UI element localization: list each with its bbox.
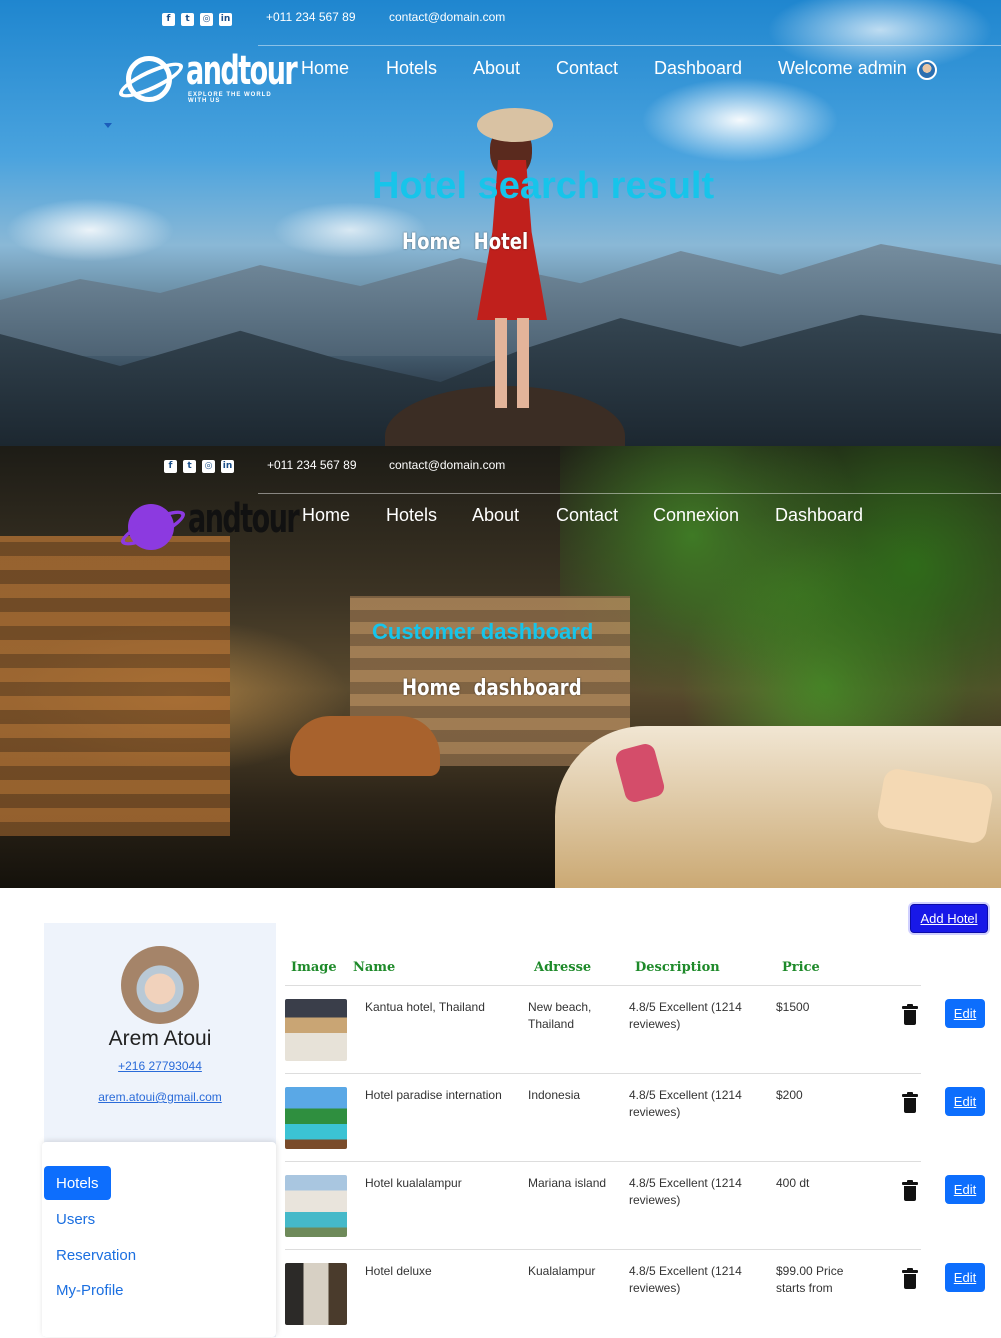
breadcrumb-home[interactable]: Home [402,230,461,255]
hero-hotel-search: f t ◎ in +011 234 567 89 contact@domain.… [0,0,1001,446]
add-hotel-button[interactable]: Add Hotel [910,904,988,933]
table-row: Hotel deluxe Kualalampur 4.8/5 Excellent… [285,1250,1001,1338]
breadcrumb-current: dashboard [473,676,582,701]
facebook-icon[interactable]: f [164,460,177,473]
nav-about[interactable]: About [473,58,520,79]
column-header-image: Image [291,960,337,975]
brick-wall [0,536,230,836]
hotel-image [285,1175,347,1237]
hotel-price: $1500 [776,1000,810,1014]
brand-name: andtour [186,48,298,94]
table-row: Hotel kualalampur Mariana island 4.8/5 E… [285,1162,1001,1250]
side-menu-my-profile[interactable]: My-Profile [44,1273,136,1307]
edit-button[interactable]: Edit [945,1175,985,1204]
breadcrumb: Home dashboard [402,676,582,701]
profile-name: Arem Atoui [108,1027,212,1050]
side-menu-hotels[interactable]: Hotels [44,1166,111,1200]
hotel-price: $200 [776,1088,803,1102]
twitter-icon[interactable]: t [181,13,194,26]
hotel-price: $99.00 Price starts from [776,1264,844,1295]
edit-button[interactable]: Edit [945,1087,985,1116]
hotel-address: Mariana island [528,1176,607,1190]
lounge-chair [290,716,440,776]
breadcrumb: Home Hotel [402,230,528,255]
breadcrumb-current: Hotel [473,230,529,255]
hotel-name: Kantua hotel, Thailand [365,1000,485,1014]
instagram-icon[interactable]: ◎ [202,460,215,473]
dashboard-side-menu: Hotels Users Reservation My-Profile [42,1142,276,1337]
nav-home[interactable]: Home [301,58,349,79]
user-avatar[interactable] [917,60,937,80]
trash-icon[interactable] [902,1092,918,1114]
table-row: Hotel paradise internation Indonesia 4.8… [285,1074,1001,1162]
contact-email: contact@domain.com [389,458,506,472]
table-row: Kantua hotel, Thailand New beach, Thaila… [285,986,1001,1074]
nav-welcome-admin[interactable]: Welcome admin [778,58,907,79]
divider [258,45,1001,46]
divider [258,493,1001,494]
hotel-description: 4.8/5 Excellent (1214 reviewes) [629,1088,742,1119]
topbar: f t ◎ in +011 234 567 89 contact@domain.… [0,0,1001,46]
nav-about[interactable]: About [472,505,519,526]
hotel-price: 400 dt [776,1176,810,1190]
linkedin-icon[interactable]: in [219,13,232,26]
topbar: f t ◎ in +011 234 567 89 contact@domain.… [0,446,1001,494]
hotel-name: Hotel kualalampur [365,1176,462,1190]
twitter-icon[interactable]: t [183,460,196,473]
hotel-name: Hotel paradise internation [365,1088,502,1102]
nav-connexion[interactable]: Connexion [653,505,739,526]
page-title: Hotel search result [372,165,715,207]
hero-customer-dashboard: f t ◎ in +011 234 567 89 contact@domain.… [0,446,1001,888]
nav-hotels[interactable]: Hotels [386,505,437,526]
brand-tagline: EXPLORE THE WORLD WITH US [188,92,272,104]
nav-home[interactable]: Home [302,505,350,526]
profile-phone-link[interactable]: +216 27793044 [44,1059,276,1073]
logo[interactable]: andtour [117,494,300,554]
hotel-name: Hotel deluxe [365,1264,432,1278]
brand-name: andtour [188,496,300,542]
nav-dashboard[interactable]: Dashboard [654,58,742,79]
facebook-icon[interactable]: f [162,13,175,26]
traveler-figure [455,100,565,420]
nav-contact[interactable]: Contact [556,505,618,526]
hotel-description: 4.8/5 Excellent (1214 reviewes) [629,1264,742,1295]
hotel-image [285,1263,347,1325]
side-menu-users[interactable]: Users [44,1202,107,1236]
page-title: Customer dashboard [372,619,594,644]
edit-button[interactable]: Edit [945,999,985,1028]
column-header-price: Price [782,960,820,975]
column-header-description: Description [635,960,720,975]
breadcrumb-home[interactable]: Home [402,676,461,701]
caret-down-icon[interactable] [104,123,112,128]
avatar [121,946,199,1024]
contact-phone: +011 234 567 89 [267,458,357,472]
contact-email: contact@domain.com [389,10,506,24]
hotel-address: Kualalampur [528,1264,596,1278]
hotel-address: New beach, Thailand [528,1000,592,1031]
hotel-description: 4.8/5 Excellent (1214 reviewes) [629,1176,742,1207]
contact-phone: +011 234 567 89 [266,10,356,24]
nav-hotels[interactable]: Hotels [386,58,437,79]
hotel-address: Indonesia [528,1088,581,1102]
column-header-adresse: Adresse [534,960,592,975]
trash-icon[interactable] [902,1180,918,1202]
trash-icon[interactable] [902,1004,918,1026]
nav-contact[interactable]: Contact [556,58,618,79]
logo[interactable]: andtour EXPLORE THE WORLD WITH US [115,46,298,106]
profile-email-link[interactable]: arem.atoui@gmail.com [44,1090,276,1104]
trash-icon[interactable] [902,1268,918,1290]
social-links: f t ◎ in [164,460,234,473]
edit-button[interactable]: Edit [945,1263,985,1292]
hotel-image [285,999,347,1061]
nav-dashboard[interactable]: Dashboard [775,505,863,526]
side-menu-reservation[interactable]: Reservation [44,1238,148,1272]
instagram-icon[interactable]: ◎ [200,13,213,26]
column-header-name: Name [353,960,396,975]
social-links: f t ◎ in [162,13,232,26]
linkedin-icon[interactable]: in [221,460,234,473]
hotel-description: 4.8/5 Excellent (1214 reviewes) [629,1000,742,1031]
hotel-image [285,1087,347,1149]
